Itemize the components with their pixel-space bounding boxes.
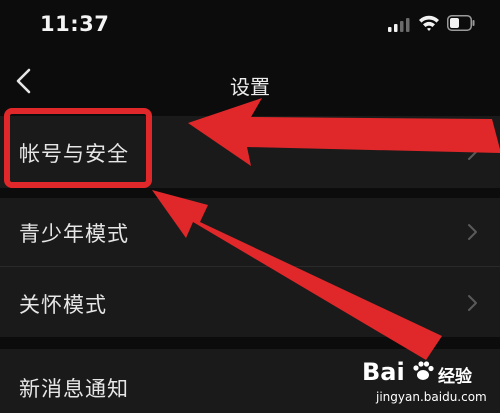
chevron-right-icon (468, 295, 477, 311)
battery-icon (447, 15, 475, 31)
settings-item-label: 新消息通知 (19, 377, 129, 401)
nav-bar: 设置 (0, 52, 500, 110)
settings-item-label: 青少年模式 (19, 222, 129, 246)
settings-screen: 11:37 设置 帐号与安全 青少年模式 关怀模式 新消息通知 Bai 经验 j… (0, 0, 500, 413)
chevron-right-icon (468, 144, 477, 160)
wifi-icon (419, 15, 439, 31)
page-title: 设置 (230, 75, 270, 99)
settings-item-label: 关怀模式 (19, 293, 107, 317)
settings-item-care-mode[interactable]: 关怀模式 (0, 267, 500, 337)
settings-item-teen-mode[interactable]: 青少年模式 (0, 198, 500, 266)
chevron-right-icon (468, 224, 477, 240)
status-bar: 11:37 (0, 0, 500, 52)
settings-item-new-message-notification[interactable]: 新消息通知 (0, 349, 500, 413)
settings-item-account-security[interactable]: 帐号与安全 (0, 116, 500, 188)
status-time: 11:37 (40, 12, 110, 36)
settings-item-label: 帐号与安全 (19, 142, 129, 166)
signal-icon (388, 18, 410, 32)
